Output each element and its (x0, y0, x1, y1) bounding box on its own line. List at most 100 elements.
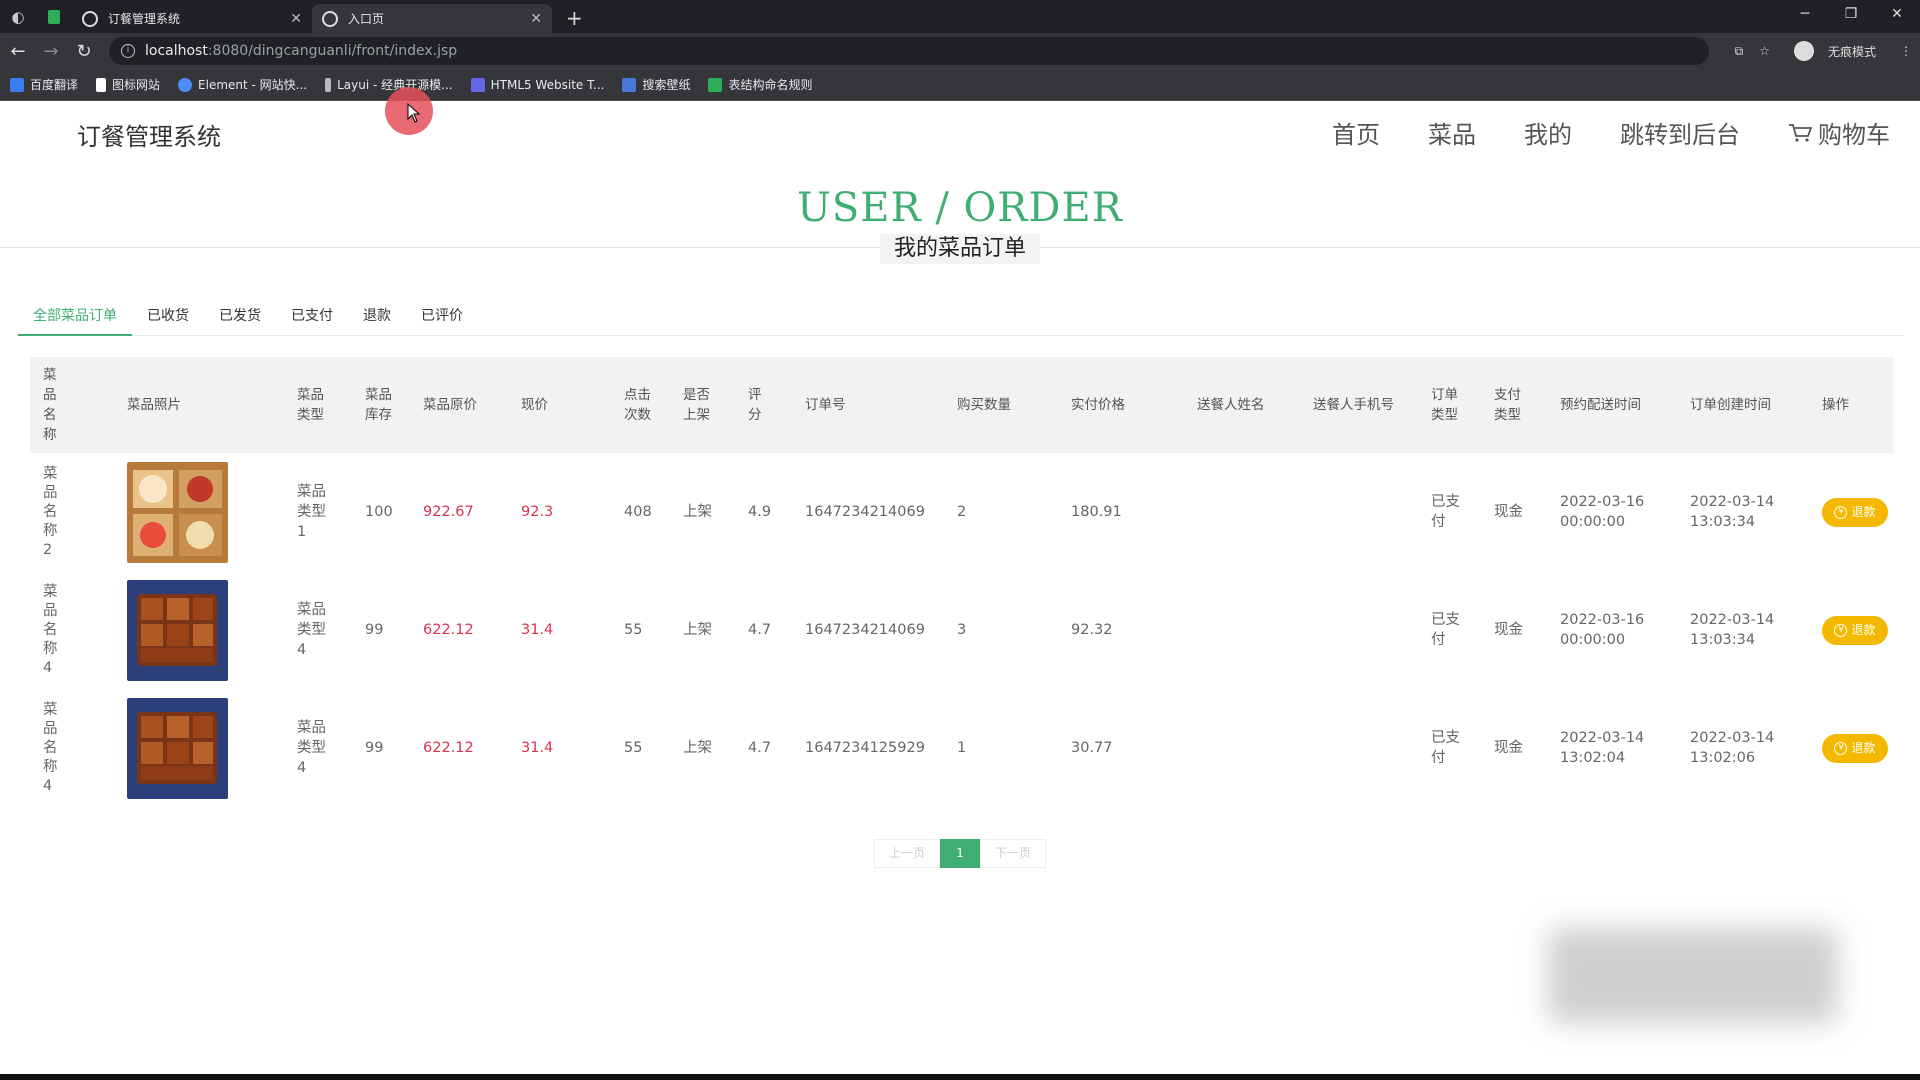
profile-button[interactable]: 无痕模式 (1786, 41, 1884, 61)
close-window-icon[interactable]: ✕ (1874, 0, 1920, 30)
pay-type-cell: 现金 (1494, 504, 1523, 520)
chrome-icon[interactable]: ◐ (0, 0, 36, 33)
quantity-cell: 2 (957, 504, 967, 520)
pay-type-cell: 现金 (1494, 740, 1523, 756)
refund-button[interactable]: ¥ 退款 (1822, 497, 1888, 527)
reload-icon[interactable]: ↻ (69, 41, 99, 62)
minimize-icon[interactable]: ─ (1782, 0, 1828, 30)
nav-home[interactable]: 首页 (1332, 115, 1380, 150)
flag-icon (96, 77, 107, 92)
bookmark-label: Element - 网站快... (198, 78, 308, 92)
refund-button[interactable]: ¥ 退款 (1822, 615, 1888, 645)
page-number-button[interactable]: 1 (940, 839, 980, 868)
orders-table: 菜品名称 菜品照片 菜品类型 菜品库存 菜品原价 现价 点击次数 是否上架 评分… (30, 357, 1893, 807)
nav-label: 购物车 (1818, 121, 1890, 149)
bookmark-item[interactable]: Layui - 经典开源模... (325, 76, 453, 93)
sheet-tab-icon[interactable] (36, 0, 72, 33)
incognito-icon (1793, 41, 1814, 61)
refund-label: 退款 (1851, 741, 1876, 755)
dish-name-cell: 菜品名称2 (43, 465, 58, 558)
blurred-watermark (1548, 928, 1838, 1023)
nav-label: 我的 (1524, 121, 1572, 149)
tab-paid[interactable]: 已支付 (276, 304, 348, 336)
tab-refund[interactable]: 退款 (348, 304, 406, 336)
order-number-cell: 1647234214069 (805, 504, 925, 520)
bookmark-item[interactable]: 百度翻译 (10, 76, 78, 93)
dish-photo[interactable] (127, 461, 228, 563)
tab-shipped[interactable]: 已发货 (204, 304, 276, 336)
delivery-time-cell: 2022-03-16 00:00:00 (1560, 494, 1645, 530)
bookmark-star-icon[interactable]: ☆ (1759, 44, 1770, 58)
bookmark-item[interactable]: 搜索壁纸 (622, 76, 690, 93)
courier-phone-cell (1290, 689, 1406, 807)
nav-admin[interactable]: 跳转到后台 (1620, 115, 1740, 150)
close-icon[interactable]: ✕ (530, 11, 542, 27)
globe-icon (322, 10, 338, 27)
new-tab-button[interactable]: + (566, 4, 583, 33)
info-icon[interactable]: i (121, 44, 135, 58)
column-header: 订单号 (787, 357, 933, 453)
window-controls: ─ ❐ ✕ (1782, 0, 1920, 30)
refund-button[interactable]: ¥ 退款 (1822, 733, 1888, 763)
tab-order-system[interactable]: 订餐管理系统 ✕ (72, 4, 312, 33)
current-price-cell: 92.3 (521, 504, 554, 520)
menu-icon[interactable]: ⋮ (1900, 44, 1912, 58)
next-page-button[interactable]: 下一页 (980, 839, 1046, 868)
table-row: 菜品名称4 菜品类型4 99 622.12 31.4 55 上架 4.7 164… (30, 689, 1893, 807)
column-header: 菜品原价 (423, 357, 515, 453)
prev-page-button[interactable]: 上一页 (874, 839, 940, 868)
site-logo[interactable]: 订餐管理系统 (77, 117, 221, 152)
clicks-cell: 55 (624, 740, 643, 756)
wallpaper-icon (622, 77, 637, 92)
courier-phone-cell (1290, 571, 1406, 689)
yen-icon: ¥ (1834, 505, 1848, 519)
column-header: 订单创建时间 (1672, 357, 1802, 453)
dish-photo-cell (90, 453, 297, 571)
column-header: 实付价格 (1048, 357, 1174, 453)
dish-photo[interactable] (127, 697, 228, 799)
bookmark-item[interactable]: 图标网站 (96, 76, 160, 93)
original-price-cell: 622.12 (423, 622, 474, 638)
tab-strip: ◐ 订餐管理系统 ✕ 入口页 ✕ + ─ ❐ ✕ (0, 0, 1920, 33)
nav-mine[interactable]: 我的 (1524, 115, 1572, 150)
score-cell: 4.7 (748, 740, 772, 756)
dish-photo[interactable] (127, 579, 228, 681)
pagination: 上一页 1 下一页 (874, 839, 1046, 868)
url-input[interactable]: i localhost:8080/dingcanguanli/front/ind… (109, 37, 1709, 65)
column-header: 订单类型 (1406, 357, 1474, 453)
bookmark-item[interactable]: Element - 网站快... (178, 76, 307, 93)
paid-price-cell: 180.91 (1071, 504, 1122, 520)
restore-icon[interactable]: ❐ (1828, 0, 1874, 30)
bookmark-label: 搜索壁纸 (642, 78, 691, 92)
url-path: :8080/dingcanguanli/front/index.jsp (207, 43, 458, 59)
tab-entry-page[interactable]: 入口页 ✕ (312, 4, 552, 33)
profile-label: 无痕模式 (1827, 44, 1876, 59)
nav-cart[interactable]: 购物车 (1788, 115, 1890, 150)
globe-icon (82, 10, 98, 27)
bookmark-item[interactable]: HTML5 Website T... (470, 77, 604, 92)
stock-cell: 99 (365, 740, 384, 756)
tab-reviewed[interactable]: 已评价 (406, 304, 478, 336)
nav-dishes[interactable]: 菜品 (1428, 115, 1476, 150)
bookmark-label: 图标网站 (112, 78, 161, 92)
order-number-cell: 1647234214069 (805, 622, 925, 638)
back-icon[interactable]: ← (3, 41, 33, 62)
translate-icon[interactable]: ⧉ (1735, 44, 1744, 59)
column-header: 预约配送时间 (1542, 357, 1672, 453)
column-header: 是否上架 (662, 357, 730, 453)
dish-type-cell: 菜品类型4 (297, 602, 326, 658)
bookmark-item[interactable]: 表结构命名规则 (708, 76, 812, 93)
tab-received[interactable]: 已收货 (132, 304, 204, 336)
forward-icon[interactable]: → (36, 41, 66, 62)
close-icon[interactable]: ✕ (290, 11, 302, 27)
onsale-cell: 上架 (683, 504, 712, 520)
refund-label: 退款 (1851, 623, 1876, 637)
table-row: 菜品名称2 菜品类型1 100 922.67 92.3 408 上架 4.9 1… (30, 453, 1893, 571)
baidu-translate-icon (10, 77, 24, 92)
courier-name-cell (1174, 453, 1290, 571)
tab-all-orders[interactable]: 全部菜品订单 (18, 304, 132, 336)
courier-phone-cell (1290, 453, 1406, 571)
column-header: 支付类型 (1474, 357, 1542, 453)
paid-price-cell: 92.32 (1071, 622, 1113, 638)
clicks-cell: 408 (624, 504, 652, 520)
